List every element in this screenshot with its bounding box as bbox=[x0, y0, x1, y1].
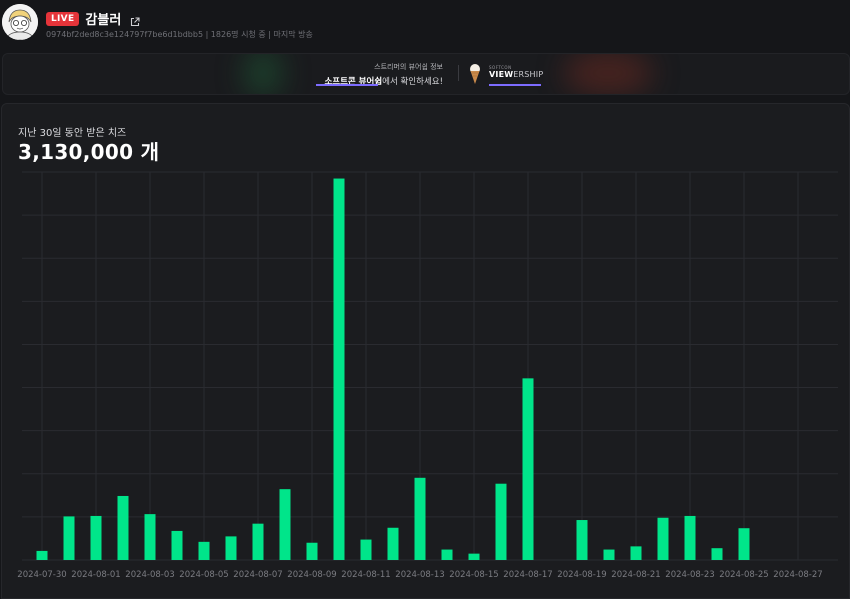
x-tick-label: 2024-08-07 bbox=[233, 570, 282, 580]
bar-2024-08-10[interactable] bbox=[333, 178, 345, 560]
bar-2024-08-11[interactable] bbox=[360, 539, 372, 560]
bar-2024-08-16[interactable] bbox=[495, 483, 507, 560]
bar-2024-08-12[interactable] bbox=[387, 527, 399, 560]
bar-2024-08-04[interactable] bbox=[171, 530, 183, 560]
bar-2024-08-25[interactable] bbox=[738, 528, 750, 560]
x-tick-label: 2024-08-19 bbox=[557, 570, 606, 580]
bar-2024-07-30[interactable] bbox=[36, 550, 48, 560]
bar-2024-08-21[interactable] bbox=[630, 546, 642, 560]
bar-2024-08-03[interactable] bbox=[144, 514, 156, 560]
x-tick-label: 2024-08-25 bbox=[719, 570, 768, 580]
bar-2024-08-09[interactable] bbox=[306, 542, 318, 560]
x-tick-label: 2024-08-27 bbox=[773, 570, 822, 580]
x-tick-label: 2024-08-01 bbox=[71, 570, 120, 580]
bar-2024-08-17[interactable] bbox=[522, 378, 534, 560]
x-tick-label: 2024-08-05 bbox=[179, 570, 228, 580]
bar-2024-08-22[interactable] bbox=[657, 517, 669, 560]
x-tick-label: 2024-07-30 bbox=[17, 570, 66, 580]
x-tick-label: 2024-08-13 bbox=[395, 570, 444, 580]
bar-2024-07-31[interactable] bbox=[63, 516, 75, 560]
x-tick-label: 2024-08-15 bbox=[449, 570, 498, 580]
x-tick-label: 2024-08-23 bbox=[665, 570, 714, 580]
bar-2024-08-15[interactable] bbox=[468, 553, 480, 560]
x-tick-label: 2024-08-03 bbox=[125, 570, 174, 580]
bar-2024-08-24[interactable] bbox=[711, 548, 723, 560]
bar-2024-08-23[interactable] bbox=[684, 515, 696, 560]
bar-2024-08-14[interactable] bbox=[441, 549, 453, 560]
bar-2024-08-02[interactable] bbox=[117, 495, 129, 560]
bar-2024-08-08[interactable] bbox=[279, 489, 291, 560]
x-tick-label: 2024-08-17 bbox=[503, 570, 552, 580]
bar-2024-08-07[interactable] bbox=[252, 523, 264, 560]
bar-2024-08-19[interactable] bbox=[576, 520, 588, 560]
bar-2024-08-13[interactable] bbox=[414, 477, 426, 560]
bar-2024-08-06[interactable] bbox=[225, 536, 237, 560]
x-tick-label: 2024-08-11 bbox=[341, 570, 390, 580]
x-tick-label: 2024-08-09 bbox=[287, 570, 336, 580]
x-tick-label: 2024-08-21 bbox=[611, 570, 660, 580]
bar-2024-08-20[interactable] bbox=[603, 549, 615, 560]
cheese-bar-chart: 2024-07-30 2024-08-01 2024-08-03 2024-08-05… bbox=[17, 171, 838, 580]
bar-2024-08-01[interactable] bbox=[90, 515, 102, 560]
bar-2024-08-05[interactable] bbox=[198, 541, 210, 560]
